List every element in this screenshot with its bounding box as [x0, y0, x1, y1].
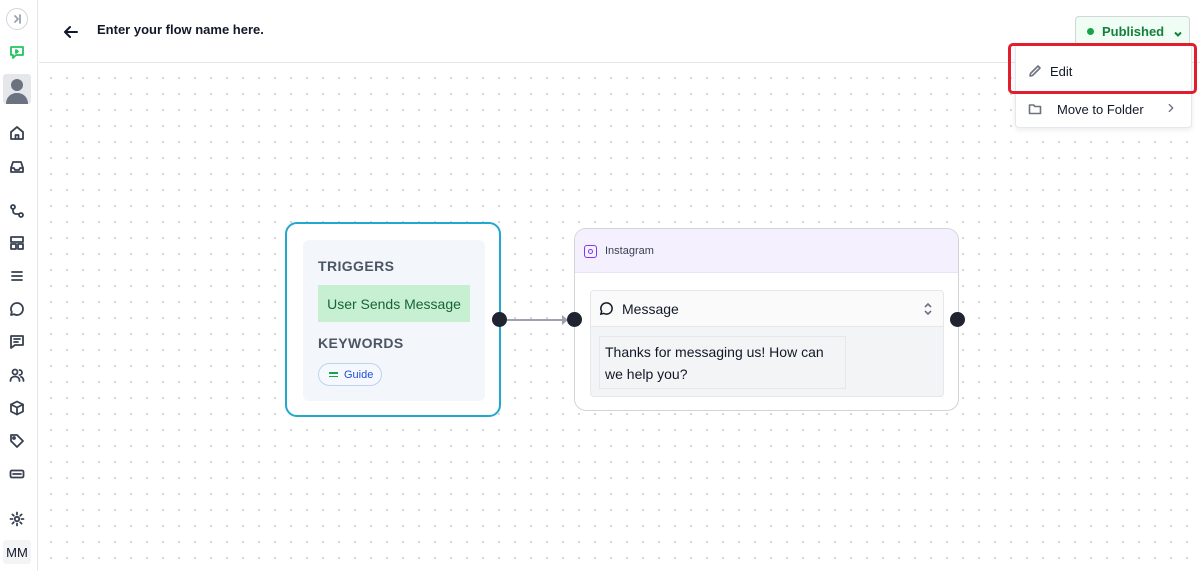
- message-type-label: Message: [622, 300, 679, 317]
- contacts-icon[interactable]: [5, 363, 29, 387]
- trigger-output-handle[interactable]: [492, 312, 507, 327]
- menu-item-edit[interactable]: Edit: [1016, 53, 1191, 89]
- equals-icon: [329, 370, 338, 379]
- keyboard-icon[interactable]: [5, 462, 29, 486]
- trigger-chip[interactable]: User Sends Message: [318, 285, 470, 322]
- menu-item-edit-label: Edit: [1050, 63, 1073, 79]
- folder-icon: [1028, 104, 1042, 115]
- status-dropdown-button[interactable]: Published: [1075, 16, 1190, 46]
- instagram-output-handle[interactable]: [950, 312, 965, 327]
- user-avatar-icon[interactable]: [3, 74, 31, 104]
- message-block[interactable]: Message Thanks for messaging us! How can…: [590, 290, 944, 397]
- flow-editor: MM Enter your flow name here. Published …: [0, 0, 1200, 571]
- flow-name-title[interactable]: Enter your flow name here.: [97, 22, 264, 37]
- pencil-icon: [1029, 65, 1041, 77]
- list-icon[interactable]: [5, 264, 29, 288]
- back-arrow-icon[interactable]: [61, 22, 81, 42]
- status-dot-icon: [1087, 27, 1094, 35]
- tag-icon[interactable]: [5, 429, 29, 453]
- keyword-label: Guide: [344, 368, 374, 381]
- instagram-message-node[interactable]: Instagram Message Thanks for messaging u…: [574, 228, 959, 411]
- chat-bubble-icon: [599, 302, 613, 316]
- messages-icon[interactable]: [5, 330, 29, 354]
- instagram-node-title: Instagram: [605, 245, 654, 257]
- message-text[interactable]: Thanks for messaging us! How can we help…: [599, 336, 846, 389]
- status-label: Published: [1102, 23, 1165, 39]
- home-icon[interactable]: [5, 121, 29, 145]
- trigger-node[interactable]: TRIGGERS User Sends Message KEYWORDS Gui…: [285, 222, 501, 417]
- box-icon[interactable]: [5, 396, 29, 420]
- templates-icon[interactable]: [5, 231, 29, 255]
- up-down-chevron-icon: [923, 302, 933, 321]
- settings-icon[interactable]: [5, 507, 29, 531]
- flow-builder-icon[interactable]: [5, 40, 29, 64]
- collapse-icon[interactable]: [6, 8, 28, 30]
- message-type-select[interactable]: Message: [591, 291, 943, 327]
- status-dropdown-menu: Edit Move to Folder: [1015, 44, 1192, 128]
- user-initials-avatar[interactable]: MM: [3, 540, 31, 564]
- menu-item-move-to-folder[interactable]: Move to Folder: [1016, 91, 1191, 127]
- menu-item-move-label: Move to Folder: [1057, 101, 1144, 117]
- instagram-icon: [584, 245, 597, 258]
- triggers-title: TRIGGERS: [318, 258, 395, 274]
- inbox-icon[interactable]: [5, 155, 29, 179]
- chevron-down-icon: [1173, 26, 1183, 37]
- connection-edge[interactable]: [507, 319, 567, 321]
- chat-icon[interactable]: [5, 297, 29, 321]
- keywords-title: KEYWORDS: [318, 335, 404, 351]
- keyword-chip[interactable]: Guide: [318, 363, 382, 386]
- instagram-node-header: Instagram: [575, 229, 958, 273]
- chevron-right-icon: [1165, 102, 1177, 117]
- flows-icon[interactable]: [5, 199, 29, 223]
- instagram-input-handle[interactable]: [567, 312, 582, 327]
- trigger-node-body: TRIGGERS User Sends Message KEYWORDS Gui…: [303, 240, 485, 401]
- sidebar: MM: [0, 0, 38, 571]
